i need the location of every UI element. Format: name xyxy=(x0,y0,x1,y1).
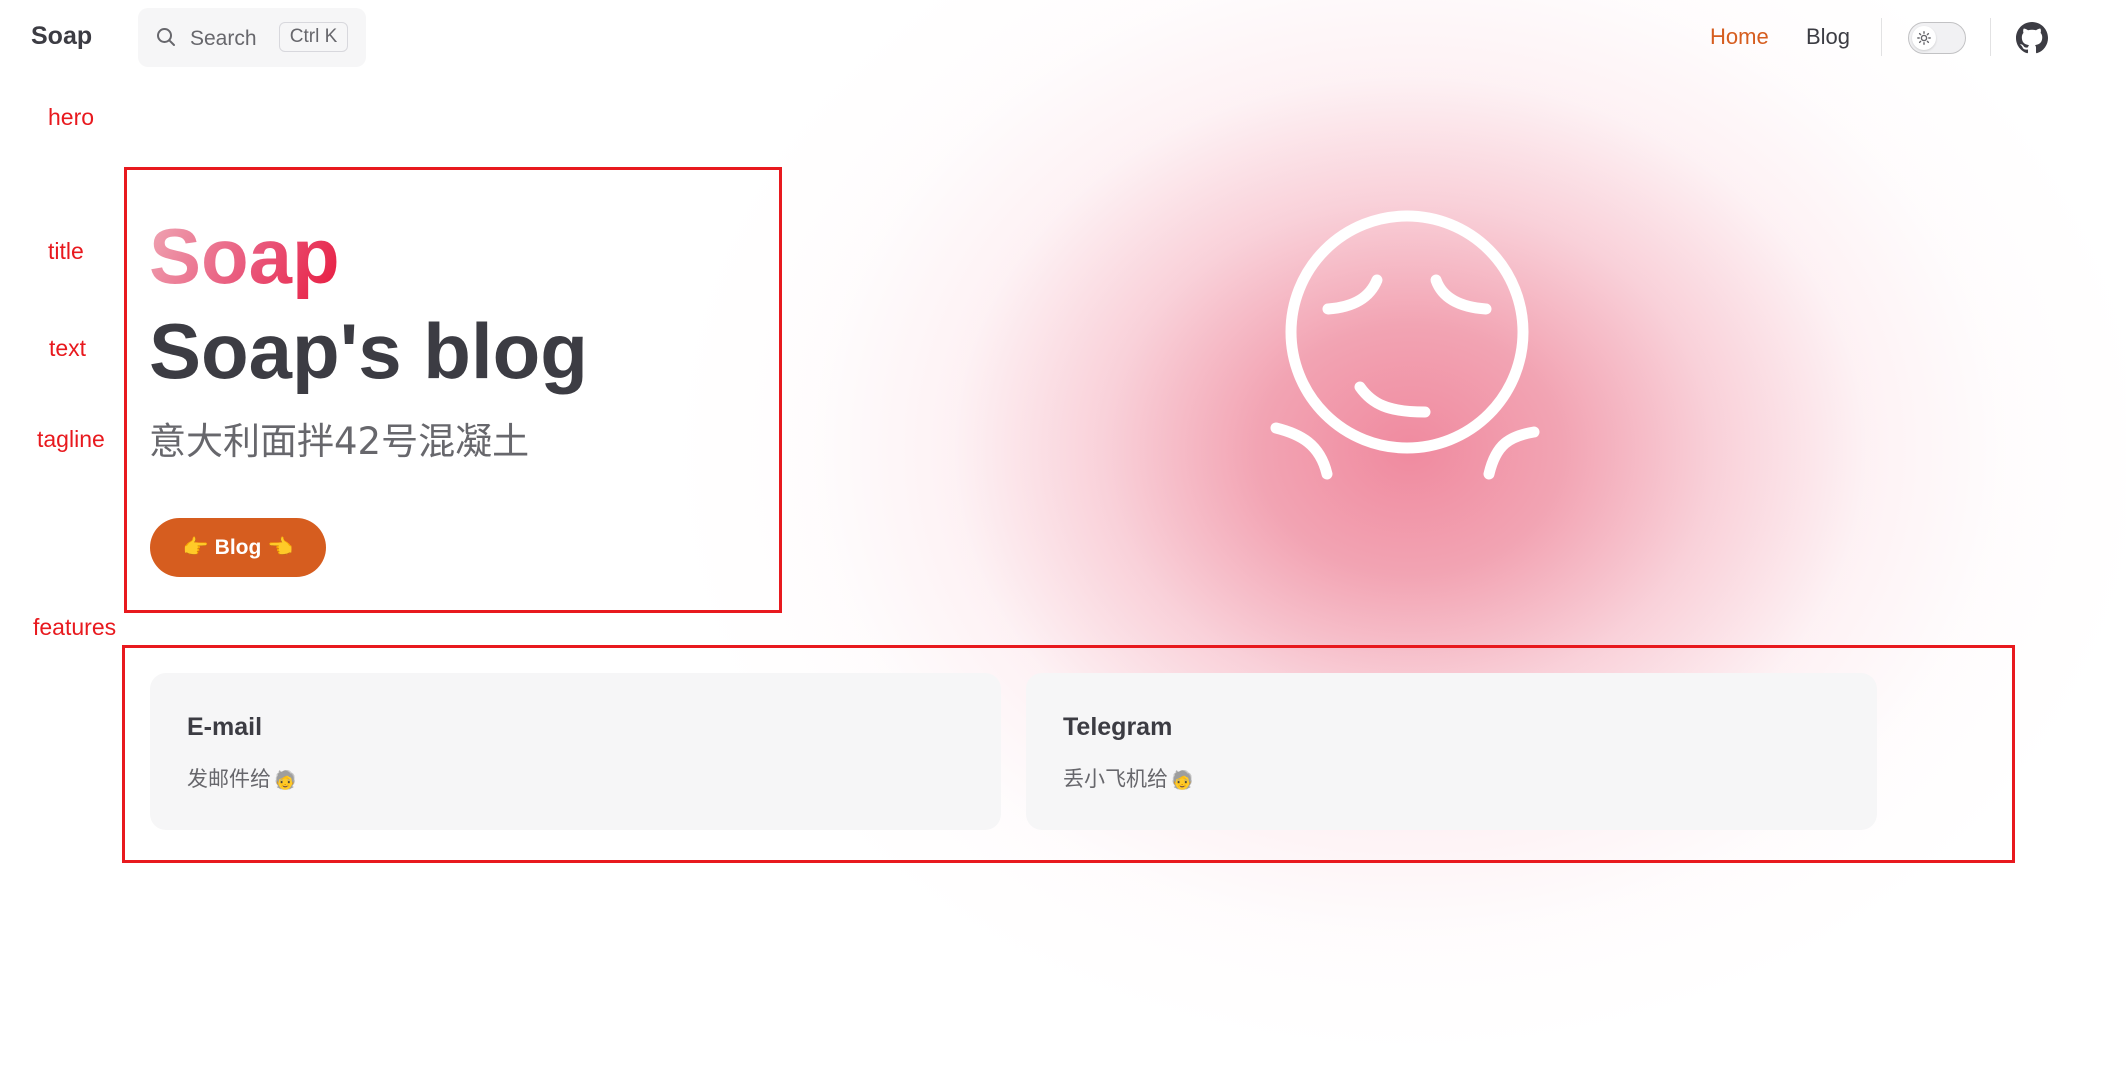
feature-title: Telegram xyxy=(1063,713,1173,741)
pointing-right-emoji-icon: 👉 xyxy=(182,535,209,559)
hero-button-label: Blog xyxy=(214,535,262,559)
old-person-emoji-icon: 🧓 xyxy=(1171,770,1194,791)
search-label: Search xyxy=(190,27,257,50)
nav-link-home[interactable]: Home xyxy=(1710,24,1769,50)
site-title[interactable]: Soap xyxy=(31,22,92,51)
feature-details: 丢小飞机给 🧓 xyxy=(1063,763,1193,793)
nav-link-blog[interactable]: Blog xyxy=(1806,24,1850,50)
sun-icon xyxy=(1917,31,1931,45)
top-nav: Soap Search Ctrl K Home Blog xyxy=(0,0,2126,76)
background-glow xyxy=(640,0,2126,1080)
github-icon[interactable] xyxy=(2016,22,2048,54)
annotation-title: title xyxy=(48,238,84,264)
annotation-text: text xyxy=(49,335,87,361)
annotation-hero: hero xyxy=(48,104,95,130)
hero-text: Soap's blog xyxy=(149,307,588,395)
theme-toggle-knob xyxy=(1912,26,1936,50)
annotation-features: features xyxy=(33,614,117,640)
hero-blog-button[interactable]: 👉 Blog 👈 xyxy=(150,518,326,577)
feature-details-text: 丢小飞机给 xyxy=(1063,767,1168,791)
search-shortcut-badge: Ctrl K xyxy=(279,22,348,52)
hero-name: Soap xyxy=(149,212,340,300)
search-button[interactable]: Search Ctrl K xyxy=(138,8,366,67)
old-person-emoji-icon: 🧓 xyxy=(274,770,297,791)
nav-divider xyxy=(1990,18,1991,56)
feature-details: 发邮件给 🧓 xyxy=(187,763,296,793)
pointing-left-emoji-icon: 👈 xyxy=(267,535,294,559)
search-icon xyxy=(157,28,175,46)
annotation-tagline: tagline xyxy=(37,426,105,452)
feature-details-text: 发邮件给 xyxy=(187,767,271,791)
nav-divider xyxy=(1881,18,1882,56)
sleepy-face-icon xyxy=(1270,210,1540,480)
feature-title: E-mail xyxy=(187,713,263,741)
feature-card-telegram[interactable]: Telegram 丢小飞机给 🧓 xyxy=(1026,673,1877,830)
theme-toggle[interactable] xyxy=(1908,22,1966,54)
feature-card-email[interactable]: E-mail 发邮件给 🧓 xyxy=(150,673,1001,830)
hero-tagline: 意大利面拌42号混凝土 xyxy=(149,420,530,463)
